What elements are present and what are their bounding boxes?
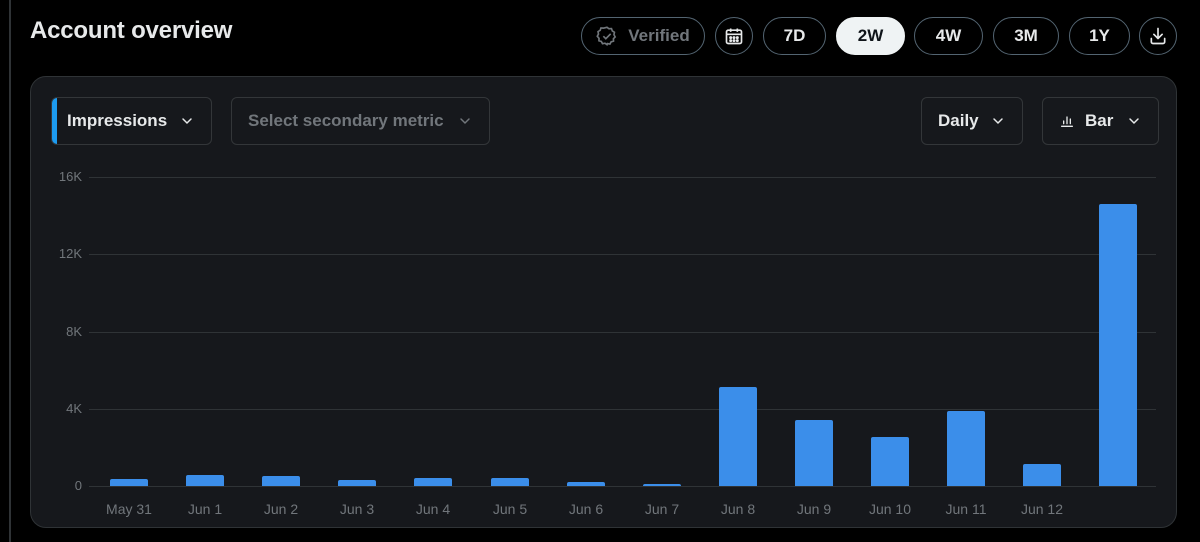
range-2w-button[interactable]: 2W: [836, 17, 905, 55]
chart-bar[interactable]: [795, 420, 833, 486]
secondary-metric-select[interactable]: Select secondary metric: [231, 97, 490, 145]
interval-select[interactable]: Daily: [921, 97, 1023, 145]
gridline: [89, 409, 1156, 410]
download-icon: [1148, 26, 1168, 46]
chart-bar[interactable]: [414, 478, 452, 486]
secondary-metric-placeholder: Select secondary metric: [248, 111, 444, 130]
page-title: Account overview: [30, 17, 233, 44]
chart-bar[interactable]: [1099, 204, 1137, 486]
chart-bar[interactable]: [643, 484, 681, 486]
chevron-down-icon: [457, 113, 473, 129]
x-tick-label: Jun 3: [339, 501, 375, 517]
verified-filter-button[interactable]: Verified: [581, 17, 705, 55]
y-tick-label: 4K: [66, 401, 82, 416]
x-tick-label: Jun 1: [187, 501, 223, 517]
x-tick-label: Jun 11: [945, 501, 987, 517]
chart-card: Impressions Select secondary metric Dail…: [30, 76, 1177, 528]
interval-label: Daily: [938, 111, 979, 130]
x-tick-label: Jun 12: [1020, 501, 1064, 517]
gridline: [89, 332, 1156, 333]
chart-bar[interactable]: [871, 437, 909, 486]
range-4w-button[interactable]: 4W: [914, 17, 983, 55]
chart-bar[interactable]: [1023, 464, 1061, 486]
range-3m-button[interactable]: 3M: [993, 17, 1059, 55]
gridline: [89, 254, 1156, 255]
x-tick-label: Jun 10: [868, 501, 912, 517]
chart-bar[interactable]: [262, 476, 300, 486]
download-button[interactable]: [1139, 17, 1177, 55]
chevron-down-icon: [990, 113, 1006, 129]
chart-bar[interactable]: [491, 478, 529, 486]
calendar-icon: [724, 26, 744, 46]
x-tick-label: Jun 8: [720, 501, 756, 517]
gridline: [89, 177, 1156, 178]
chevron-down-icon: [1126, 113, 1142, 129]
range-7d-button[interactable]: 7D: [763, 17, 826, 55]
x-tick-label: Jun 9: [796, 501, 832, 517]
y-tick-label: 8K: [66, 324, 82, 339]
chart-type-label: Bar: [1085, 111, 1114, 130]
primary-metric-accent: [52, 98, 57, 144]
chart-bar[interactable]: [186, 475, 224, 486]
left-divider: [9, 0, 11, 542]
verified-label: Verified: [628, 26, 690, 45]
verified-badge-icon: [596, 25, 618, 47]
chart-type-select[interactable]: Bar: [1042, 97, 1159, 145]
x-tick-label: Jun 5: [492, 501, 528, 517]
range-1y-button[interactable]: 1Y: [1069, 17, 1130, 55]
calendar-button[interactable]: [715, 17, 753, 55]
x-tick-label: May 31: [106, 501, 152, 517]
primary-metric-label: Impressions: [67, 111, 168, 130]
x-tick-label: Jun 7: [644, 501, 680, 517]
bar-chart-icon: [1059, 113, 1075, 129]
y-tick-label: 12K: [58, 246, 82, 261]
y-tick-label: 16K: [58, 169, 82, 184]
primary-metric-select[interactable]: Impressions: [51, 97, 212, 145]
chart-bar[interactable]: [338, 480, 376, 486]
chevron-down-icon: [179, 113, 195, 129]
chart-bar[interactable]: [110, 479, 148, 486]
x-tick-label: Jun 4: [415, 501, 451, 517]
x-tick-label: Jun 2: [263, 501, 299, 517]
y-tick-label: 0: [74, 478, 82, 493]
chart-bar[interactable]: [719, 387, 757, 486]
chart-bar[interactable]: [947, 411, 985, 486]
x-tick-label: Jun 6: [568, 501, 604, 517]
gridline: [89, 486, 1156, 487]
chart-bar[interactable]: [567, 482, 605, 486]
